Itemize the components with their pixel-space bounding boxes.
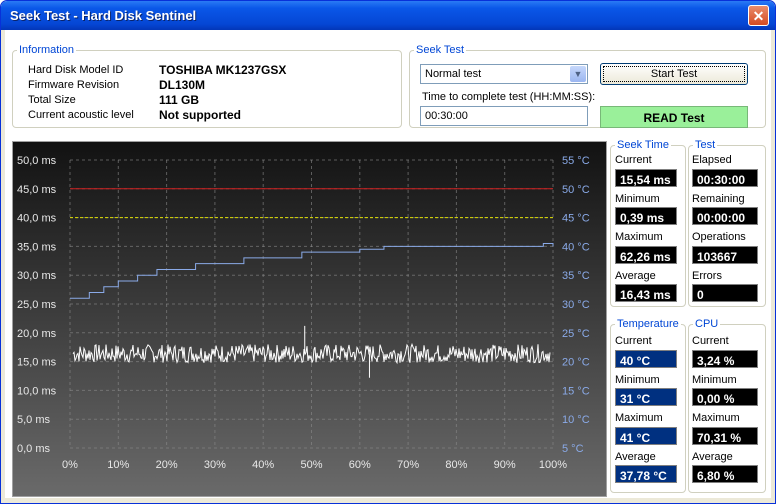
cpu-current-label: Current xyxy=(692,335,729,347)
seek-time-legend: Seek Time xyxy=(617,139,669,151)
window-title: Seek Test - Hard Disk Sentinel xyxy=(10,8,197,23)
temp-minimum-value: 31 °C xyxy=(615,388,677,406)
cpu-minimum-value: 0,00 % xyxy=(692,388,758,406)
y-axis-label-temp: 30 °C xyxy=(562,299,590,311)
model-id-value: TOSHIBA MK1237GSX xyxy=(159,63,287,77)
information-legend: Information xyxy=(19,44,75,56)
elapsed-value: 00:30:00 xyxy=(692,169,758,187)
seek-maximum-value: 62,26 ms xyxy=(615,246,677,264)
temp-minimum-label: Minimum xyxy=(615,374,660,386)
temp-current-label: Current xyxy=(615,335,652,347)
cpu-legend: CPU xyxy=(695,318,719,330)
close-icon: ✕ xyxy=(752,8,765,24)
x-axis-label: 50% xyxy=(300,459,322,471)
seek-average-value: 16,43 ms xyxy=(615,284,677,302)
operations-value: 103667 xyxy=(692,246,758,264)
seek-minimum-value: 0,39 ms xyxy=(615,207,677,225)
temp-maximum-label: Maximum xyxy=(615,412,663,424)
remaining-value: 00:00:00 xyxy=(692,207,758,225)
seek-minimum-label: Minimum xyxy=(615,193,660,205)
total-size-label: Total Size xyxy=(28,94,76,106)
start-test-button[interactable]: Start Test xyxy=(600,63,748,85)
cpu-maximum-label: Maximum xyxy=(692,412,740,424)
seek-current-value: 15,54 ms xyxy=(615,169,677,187)
seek-maximum-label: Maximum xyxy=(615,231,663,243)
cpu-average-label: Average xyxy=(692,451,733,463)
cpu-current-value: 3,24 % xyxy=(692,350,758,368)
total-size-value: 111 GB xyxy=(159,93,200,107)
y-axis-label-ms: 25,0 ms xyxy=(17,299,57,311)
temperature-legend: Temperature xyxy=(617,318,679,330)
title-bar[interactable]: Seek Test - Hard Disk Sentinel ✕ xyxy=(1,1,775,30)
x-axis-label: 90% xyxy=(494,459,516,471)
y-axis-label-temp: 55 °C xyxy=(562,155,590,167)
temp-current-value: 40 °C xyxy=(615,350,677,368)
operations-label: Operations xyxy=(692,231,746,243)
y-axis-label-temp: 10 °C xyxy=(562,414,590,426)
acoustic-label: Current acoustic level xyxy=(28,109,134,121)
x-axis-label: 20% xyxy=(156,459,178,471)
test-legend: Test xyxy=(695,139,716,151)
cpu-maximum-value: 70,31 % xyxy=(692,427,758,445)
x-axis-label: 60% xyxy=(349,459,371,471)
x-axis-label: 10% xyxy=(107,459,129,471)
seek-test-legend: Seek Test xyxy=(416,44,465,56)
seek-graph: 50,0 ms 45,0 ms 40,0 ms 35,0 ms 30,0 ms 25,0 … xyxy=(12,141,607,497)
temp-maximum-value: 41 °C xyxy=(615,427,677,445)
y-axis-label-temp: 5 °C xyxy=(562,443,584,455)
seek-average-label: Average xyxy=(615,270,656,282)
y-axis-label-ms: 10,0 ms xyxy=(17,385,57,397)
y-axis-label-temp: 20 °C xyxy=(562,357,590,369)
cpu-minimum-label: Minimum xyxy=(692,374,737,386)
x-axis-label: 40% xyxy=(252,459,274,471)
firmware-label: Firmware Revision xyxy=(28,79,120,91)
seek-time-chart: 50,0 ms 45,0 ms 40,0 ms 35,0 ms 30,0 ms 25,0 … xyxy=(17,155,590,471)
seek-current-label: Current xyxy=(615,154,652,166)
y-axis-label-ms: 30,0 ms xyxy=(17,270,57,282)
x-axis-label: 70% xyxy=(397,459,419,471)
y-axis-label-ms: 35,0 ms xyxy=(17,241,57,253)
y-axis-label-temp: 40 °C xyxy=(562,241,590,253)
acoustic-value: Not supported xyxy=(159,108,241,122)
y-axis-label-ms: 20,0 ms xyxy=(17,328,57,340)
x-axis-label: 30% xyxy=(204,459,226,471)
y-axis-label-ms: 0,0 ms xyxy=(17,443,51,455)
time-to-complete-label: Time to complete test (HH:MM:SS): xyxy=(422,91,596,103)
elapsed-label: Elapsed xyxy=(692,154,732,166)
close-button[interactable]: ✕ xyxy=(748,5,769,26)
y-axis-label-temp: 45 °C xyxy=(562,213,590,225)
y-axis-label-temp: 35 °C xyxy=(562,270,590,282)
temp-average-label: Average xyxy=(615,451,656,463)
temp-average-value: 37,78 °C xyxy=(615,465,677,483)
test-mode-select[interactable]: Normal test ▼ xyxy=(420,64,588,84)
y-axis-label-ms: 40,0 ms xyxy=(17,213,57,225)
time-to-complete-value: 00:30:00 xyxy=(425,110,468,122)
errors-value: 0 xyxy=(692,284,758,302)
client-area: Information Hard Disk Model ID TOSHIBA M… xyxy=(5,30,771,498)
errors-label: Errors xyxy=(692,270,722,282)
chevron-down-icon[interactable]: ▼ xyxy=(570,66,586,82)
y-axis-label-ms: 5,0 ms xyxy=(17,414,51,426)
time-to-complete-input[interactable]: 00:30:00 xyxy=(420,106,588,126)
seek-test-window: Seek Test - Hard Disk Sentinel ✕ Informa… xyxy=(0,0,776,504)
y-axis-label-ms: 50,0 ms xyxy=(17,155,57,167)
start-test-label: Start Test xyxy=(650,68,698,80)
y-axis-label-temp: 25 °C xyxy=(562,328,590,340)
y-axis-label-temp: 50 °C xyxy=(562,184,590,196)
x-axis-label: 80% xyxy=(445,459,467,471)
firmware-value: DL130M xyxy=(159,78,206,92)
test-mode-value: Normal test xyxy=(425,68,482,80)
x-axis-label: 100% xyxy=(539,459,567,471)
remaining-label: Remaining xyxy=(692,193,745,205)
y-axis-label-ms: 45,0 ms xyxy=(17,184,57,196)
y-axis-label-ms: 15,0 ms xyxy=(17,357,57,369)
test-status-indicator: READ Test xyxy=(600,106,748,128)
x-axis-label: 0% xyxy=(62,459,78,471)
model-id-label: Hard Disk Model ID xyxy=(28,64,124,76)
test-status-text: READ Test xyxy=(643,111,705,125)
y-axis-label-temp: 15 °C xyxy=(562,385,590,397)
cpu-average-value: 6,80 % xyxy=(692,465,758,483)
